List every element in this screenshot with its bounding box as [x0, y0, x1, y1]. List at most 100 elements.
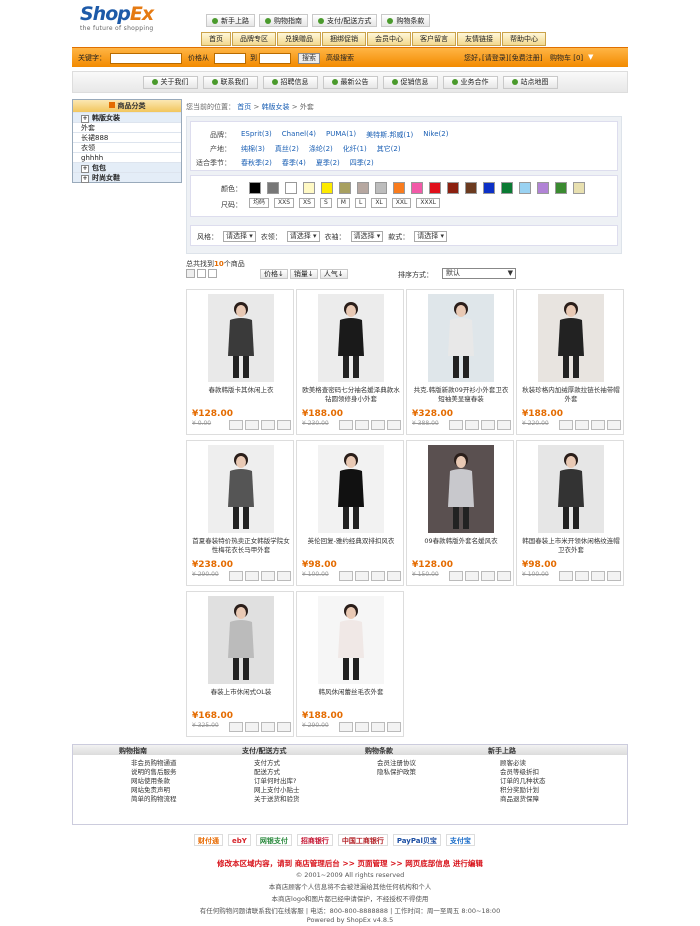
size-option[interactable]: M	[336, 198, 350, 208]
payment-logo[interactable]: PayPal贝宝	[392, 834, 441, 846]
payment-logo[interactable]: 中国工商银行	[337, 834, 388, 846]
price-to-input[interactable]	[259, 53, 291, 64]
sidebar-item-4[interactable]: ghhhh	[73, 152, 181, 162]
add-cart-icon[interactable]	[449, 571, 463, 581]
color-swatch[interactable]	[537, 182, 549, 194]
advanced-search-link[interactable]: 高级搜索	[326, 53, 354, 63]
add-cart-icon[interactable]	[229, 420, 243, 430]
size-option[interactable]: XXXL	[416, 198, 441, 208]
shopex-logo[interactable]: ShopEx the future of shopping	[80, 4, 190, 34]
favorite-icon[interactable]	[245, 722, 259, 732]
top-link-3[interactable]: 购物条款	[381, 14, 431, 27]
product-name[interactable]: 韩风休闲蕾丝毛衣外套	[301, 688, 401, 697]
footer-link[interactable]: 会员注册协议	[377, 759, 416, 768]
nav-tab-4[interactable]: 会员中心	[367, 32, 411, 46]
size-option[interactable]: L	[354, 198, 367, 208]
compare-icon[interactable]	[607, 420, 621, 430]
product-image[interactable]	[318, 445, 384, 533]
product-image[interactable]	[208, 596, 274, 684]
brand-option[interactable]: Chanel(4)	[282, 130, 316, 140]
footer-link[interactable]: 商品退货保障	[500, 795, 546, 804]
nav-tab-1[interactable]: 品牌专区	[232, 32, 276, 46]
footer-link[interactable]: 网上支付小贴士	[254, 786, 300, 795]
add-cart-icon[interactable]	[559, 420, 573, 430]
zoom-icon[interactable]	[591, 571, 605, 581]
compare-icon[interactable]	[497, 571, 511, 581]
color-swatch[interactable]	[483, 182, 495, 194]
size-option[interactable]: XL	[371, 198, 387, 208]
compare-icon[interactable]	[607, 571, 621, 581]
favorite-icon[interactable]	[245, 420, 259, 430]
payment-logo[interactable]: 财付通	[194, 834, 223, 846]
product-card[interactable]: 英伦回复-雅约经典双排扣风衣 ¥98.00 ¥ 100.00	[296, 440, 404, 586]
size-option[interactable]: XS	[299, 198, 315, 208]
payment-logo[interactable]: ebY	[228, 834, 251, 846]
subnav-4[interactable]: 促销信息	[382, 75, 438, 89]
footer-link[interactable]: 说明的售后服务	[131, 768, 177, 777]
color-swatch[interactable]	[393, 182, 405, 194]
compare-icon[interactable]	[277, 571, 291, 581]
sidebar-item-6[interactable]: 时尚女鞋	[73, 172, 181, 182]
list-view-icon[interactable]	[197, 269, 206, 278]
top-link-0[interactable]: 新手上路	[206, 14, 255, 27]
filter-select[interactable]: 请选择 ▾	[414, 231, 447, 242]
color-swatch[interactable]	[519, 182, 531, 194]
footer-link[interactable]: 网站使用条款	[131, 777, 177, 786]
product-name[interactable]: 首夏春装特价热卖正女韩版学院女性梅花衣长马甲外套	[191, 537, 291, 555]
product-name[interactable]: 春装上市休闲式OL装	[191, 688, 291, 697]
product-image[interactable]	[318, 294, 384, 382]
footer-link[interactable]: 隐私保护政策	[377, 768, 416, 777]
product-card[interactable]: 09春款韩版外套名媛风衣 ¥128.00 ¥ 150.00	[406, 440, 514, 586]
cart-dropdown-icon[interactable]: ▼	[588, 53, 593, 61]
nav-tab-5[interactable]: 客户留言	[412, 32, 456, 46]
sidebar-item-5[interactable]: 包包	[73, 162, 181, 172]
nav-tab-2[interactable]: 兑换赠品	[277, 32, 321, 46]
add-cart-icon[interactable]	[339, 722, 353, 732]
zoom-icon[interactable]	[481, 571, 495, 581]
compare-icon[interactable]	[387, 420, 401, 430]
sidebar-item-1[interactable]: 外套	[73, 122, 181, 132]
product-card[interactable]: 首夏春装特价热卖正女韩版学院女性梅花衣长马甲外套 ¥238.00 ¥ 290.00	[186, 440, 294, 586]
footer-link[interactable]: 配送方式	[254, 768, 300, 777]
nav-tab-6[interactable]: 友情链接	[457, 32, 501, 46]
color-swatch[interactable]	[249, 182, 261, 194]
nav-tab-7[interactable]: 帮助中心	[502, 32, 546, 46]
color-swatch[interactable]	[573, 182, 585, 194]
compare-icon[interactable]	[497, 420, 511, 430]
product-name[interactable]: 秋装珍格内加绒厚款拉链长袖带帽外套	[521, 386, 621, 404]
product-name[interactable]: 韩国春装上市米开领休闲格纹连帽卫衣外套	[521, 537, 621, 555]
favorite-icon[interactable]	[465, 571, 479, 581]
color-swatch[interactable]	[501, 182, 513, 194]
product-card[interactable]: 春款韩版卡其休闲上衣 ¥128.00 ¥ 0.00	[186, 289, 294, 435]
zoom-icon[interactable]	[261, 420, 275, 430]
color-swatch[interactable]	[321, 182, 333, 194]
product-image[interactable]	[318, 596, 384, 684]
footer-link[interactable]: 订单何时出库?	[254, 777, 300, 786]
subnav-1[interactable]: 联系我们	[202, 75, 258, 89]
color-swatch[interactable]	[465, 182, 477, 194]
color-swatch[interactable]	[429, 182, 441, 194]
product-card[interactable]: 欧美格查密码七分袖名媛泽典款水钻圆领修身小外套 ¥188.00 ¥ 230.00	[296, 289, 404, 435]
product-name[interactable]: 英伦回复-雅约经典双排扣风衣	[301, 537, 401, 546]
zoom-icon[interactable]	[591, 420, 605, 430]
subnav-3[interactable]: 最新公告	[322, 75, 378, 89]
search-button[interactable]: 搜索	[298, 53, 320, 64]
color-swatch[interactable]	[555, 182, 567, 194]
color-swatch[interactable]	[357, 182, 369, 194]
origin-option[interactable]: 纯棉(3)	[241, 144, 265, 154]
footer-link[interactable]: 简单的购物流程	[131, 795, 177, 804]
text-view-icon[interactable]	[208, 269, 217, 278]
sort-tab-2[interactable]: 人气 ↓	[319, 269, 348, 279]
grid-view-icon[interactable]	[186, 269, 195, 278]
filter-select[interactable]: 请选择 ▾	[350, 231, 384, 242]
payment-logo[interactable]: 支付宝	[445, 834, 475, 846]
add-cart-icon[interactable]	[339, 420, 353, 430]
top-link-1[interactable]: 购物指南	[259, 14, 308, 27]
add-cart-icon[interactable]	[559, 571, 573, 581]
product-name[interactable]: 春款韩版卡其休闲上衣	[191, 386, 291, 395]
origin-option[interactable]: 其它(2)	[377, 144, 401, 154]
footer-link[interactable]: 关于送货和验货	[254, 795, 300, 804]
filter-select[interactable]: 请选择 ▾	[223, 231, 256, 242]
product-name[interactable]: 共克.韩版新款09开衫小外套卫衣短袖美显瘦春装	[411, 386, 511, 404]
breadcrumb-home[interactable]: 首页	[237, 103, 251, 111]
